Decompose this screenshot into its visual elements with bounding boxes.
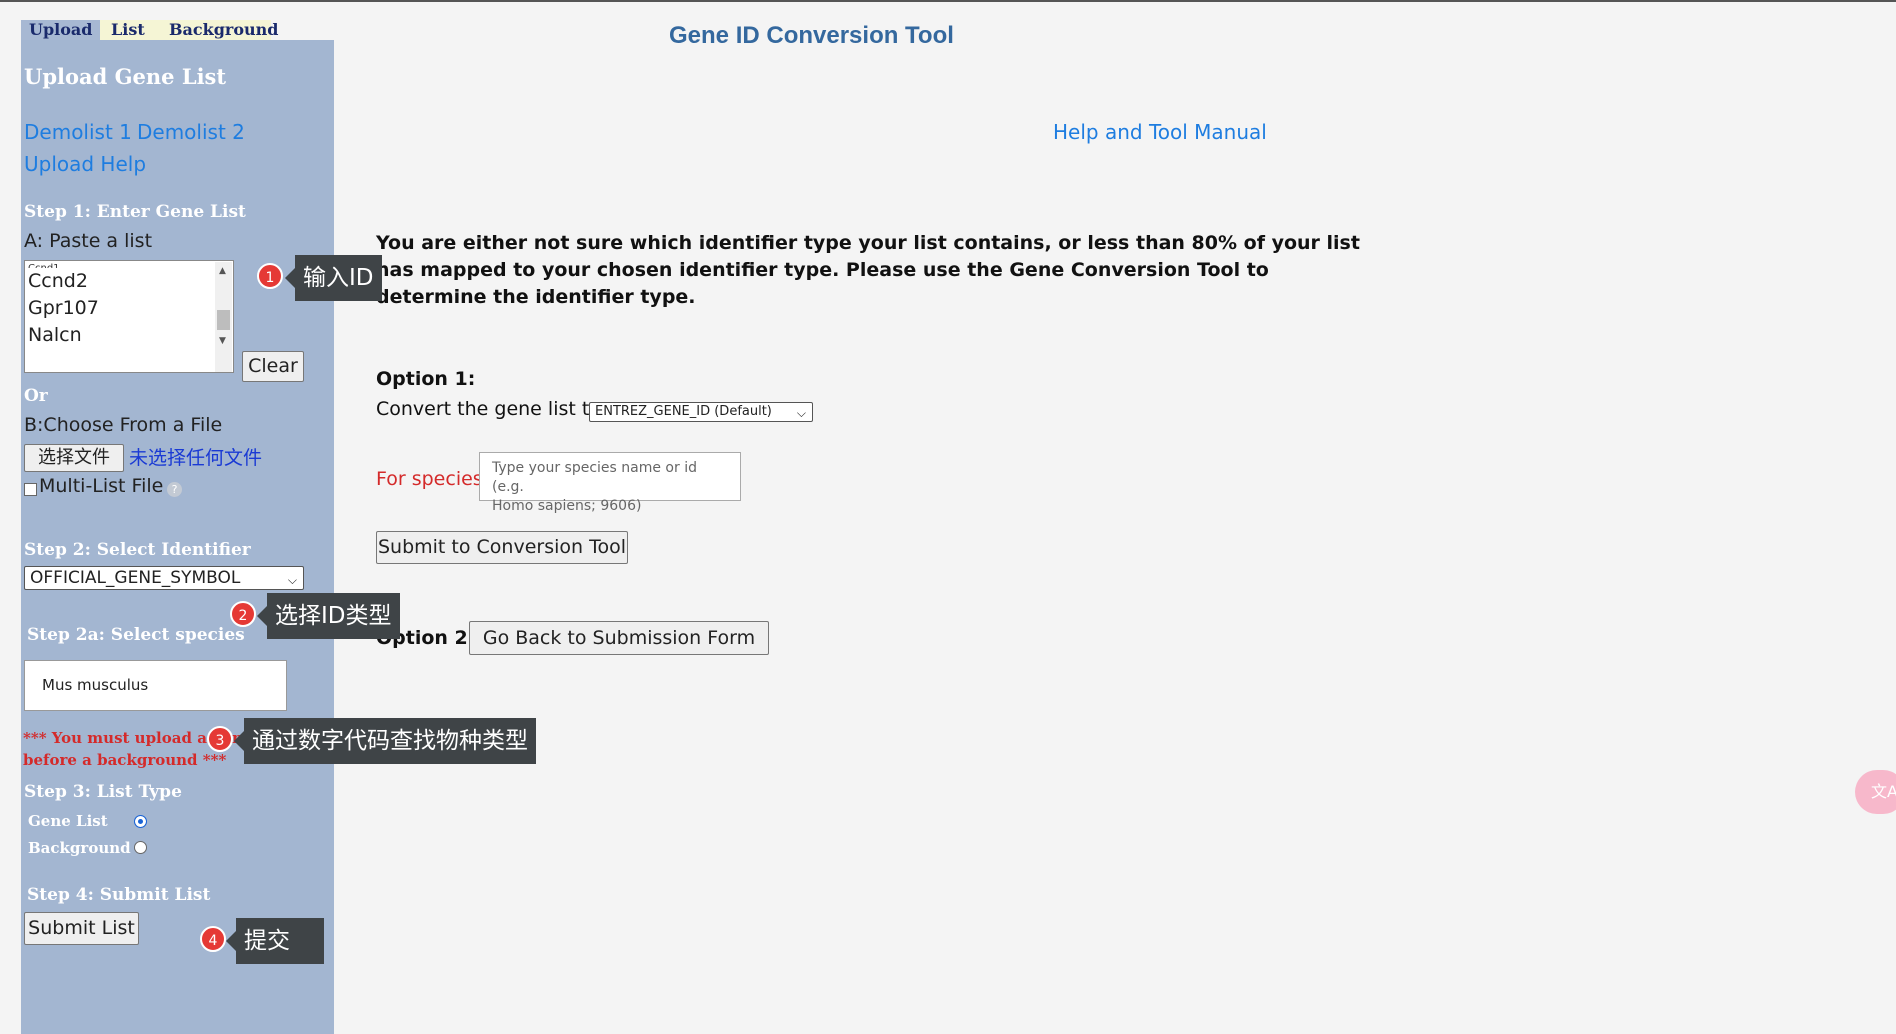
window-top-border bbox=[0, 0, 1896, 2]
go-back-button[interactable]: Go Back to Submission Form bbox=[469, 621, 769, 655]
species-placeholder: Type your species name or id (e.g. bbox=[492, 460, 697, 495]
step3-heading: Step 3: List Type bbox=[24, 782, 182, 802]
convert-label: Convert the gene list to bbox=[376, 398, 601, 420]
annotation-callout: 输入ID bbox=[285, 255, 382, 301]
notice-line: has mapped to your chosen identifier typ… bbox=[376, 259, 1269, 281]
species-select-value: Mus musculus bbox=[42, 676, 149, 694]
annotation-callout: 选择ID类型 bbox=[257, 593, 400, 639]
gene-list-label: Gene List bbox=[28, 812, 108, 830]
annotation-callout: 通过数字代码查找物种类型 bbox=[234, 718, 536, 764]
no-file-chosen-text: 未选择任何文件 bbox=[129, 447, 263, 469]
or-label: Or bbox=[24, 386, 48, 406]
gene-line: Gpr107 bbox=[28, 297, 99, 319]
sidebar: Upload Gene List Demolist 1 Demolist 2 U… bbox=[21, 40, 334, 1034]
page-title: Gene ID Conversion Tool bbox=[669, 22, 954, 49]
option1-label: Option 1: bbox=[376, 368, 476, 390]
demolist-1-link[interactable]: Demolist 1 bbox=[24, 120, 132, 144]
species-placeholder: Homo sapiens; 9606) bbox=[492, 498, 642, 514]
gene-line: Ccnd2 bbox=[28, 270, 88, 292]
annotation-badge: 2 bbox=[230, 601, 256, 627]
identifier-notice: You are either not sure which identifier… bbox=[376, 230, 1360, 311]
help-manual-link[interactable]: Help and Tool Manual bbox=[1053, 120, 1267, 144]
translate-icon[interactable]: 文A bbox=[1855, 770, 1896, 814]
upload-help-link[interactable]: Upload Help bbox=[24, 152, 146, 176]
notice-line: determine the identifier type. bbox=[376, 286, 696, 308]
step2a-heading: Step 2a: Select species bbox=[27, 625, 245, 645]
annotation-callout: 提交 bbox=[226, 918, 324, 964]
multi-list-checkbox[interactable] bbox=[24, 483, 37, 496]
tab-background[interactable]: Background bbox=[161, 20, 286, 40]
species-select-box[interactable]: Mus musculus bbox=[24, 660, 287, 711]
species-label: For species: bbox=[376, 468, 490, 490]
sidebar-tabs: Upload List Background bbox=[21, 20, 278, 40]
convert-select[interactable]: ENTREZ_GENE_ID (Default) ⌵ bbox=[589, 402, 813, 422]
annotation-badge: 4 bbox=[200, 926, 226, 952]
multi-list-label: Multi-List File bbox=[39, 475, 164, 497]
step2-heading: Step 2: Select Identifier bbox=[24, 540, 251, 560]
identifier-select[interactable]: OFFICIAL_GENE_SYMBOL ⌵ bbox=[24, 566, 304, 590]
submit-conversion-button[interactable]: Submit to Conversion Tool bbox=[376, 531, 628, 564]
species-input[interactable]: Type your species name or id (e.g. Homo … bbox=[479, 452, 741, 514]
background-label: Background bbox=[28, 839, 131, 857]
choose-file-label: B:Choose From a File bbox=[24, 414, 223, 436]
tab-list[interactable]: List bbox=[103, 20, 153, 40]
step4-heading: Step 4: Submit List bbox=[27, 885, 211, 905]
convert-select-value: ENTREZ_GENE_ID (Default) bbox=[595, 404, 772, 419]
demolist-2-link[interactable]: Demolist 2 bbox=[137, 120, 245, 144]
chevron-down-icon: ⌵ bbox=[287, 573, 297, 587]
annotation-badge: 1 bbox=[257, 263, 283, 289]
gene-line: Nalcn bbox=[28, 324, 82, 346]
background-radio[interactable] bbox=[134, 841, 147, 854]
annotation-badge: 3 bbox=[207, 726, 233, 752]
clear-button[interactable]: Clear bbox=[242, 351, 304, 382]
gene-list-radio[interactable] bbox=[134, 815, 147, 828]
help-icon[interactable]: ? bbox=[167, 482, 182, 497]
submit-list-button[interactable]: Submit List bbox=[24, 912, 139, 945]
identifier-select-value: OFFICIAL_GENE_SYMBOL bbox=[30, 568, 241, 588]
notice-line: You are either not sure which identifier… bbox=[376, 232, 1360, 254]
chevron-down-icon: ⌵ bbox=[796, 406, 806, 420]
choose-file-button[interactable]: 选择文件 bbox=[24, 444, 124, 472]
step1-heading: Step 1: Enter Gene List bbox=[24, 202, 246, 222]
sidebar-title: Upload Gene List bbox=[24, 64, 227, 89]
textarea-scrollbar[interactable]: ▲ ▼ bbox=[215, 262, 232, 372]
gene-list-textarea[interactable]: Ccnd1 Ccnd2 Gpr107 Nalcn ▲ ▼ bbox=[24, 260, 234, 373]
tab-upload[interactable]: Upload bbox=[21, 20, 101, 40]
paste-list-label: A: Paste a list bbox=[24, 230, 153, 252]
